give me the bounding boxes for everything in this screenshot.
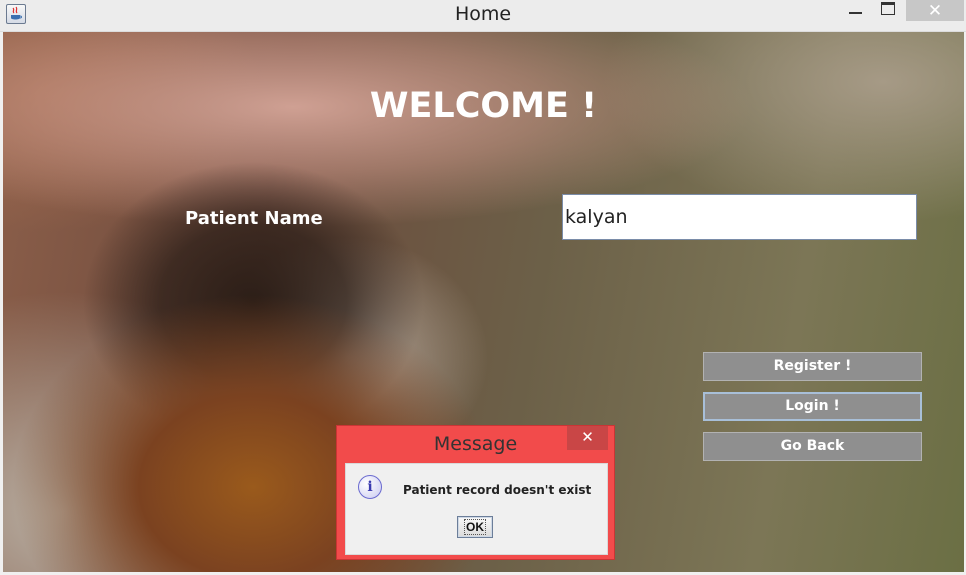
dialog-body: i Patient record doesn't exist OK bbox=[345, 463, 608, 555]
ok-button[interactable]: OK bbox=[457, 516, 493, 538]
maximize-icon bbox=[881, 2, 895, 15]
maximize-button[interactable] bbox=[873, 0, 903, 21]
login-button[interactable]: Login ! bbox=[703, 392, 922, 421]
go-back-button[interactable]: Go Back bbox=[703, 432, 922, 461]
close-button[interactable]: ✕ bbox=[906, 0, 964, 21]
message-dialog: Message ✕ i Patient record doesn't exist… bbox=[336, 425, 615, 560]
dialog-close-button[interactable]: ✕ bbox=[567, 426, 608, 450]
minimize-button[interactable] bbox=[840, 0, 870, 21]
info-icon: i bbox=[358, 475, 382, 499]
ok-button-label: OK bbox=[464, 519, 486, 535]
patient-name-label: Patient Name bbox=[185, 208, 323, 229]
register-button[interactable]: Register ! bbox=[703, 352, 922, 381]
title-bar: Home ✕ bbox=[0, 0, 966, 32]
window-title: Home bbox=[454, 3, 512, 25]
welcome-heading: WELCOME ! bbox=[369, 86, 598, 126]
minimize-icon bbox=[848, 12, 862, 14]
patient-name-input[interactable] bbox=[562, 194, 917, 240]
dialog-message: Patient record doesn't exist bbox=[403, 483, 592, 497]
